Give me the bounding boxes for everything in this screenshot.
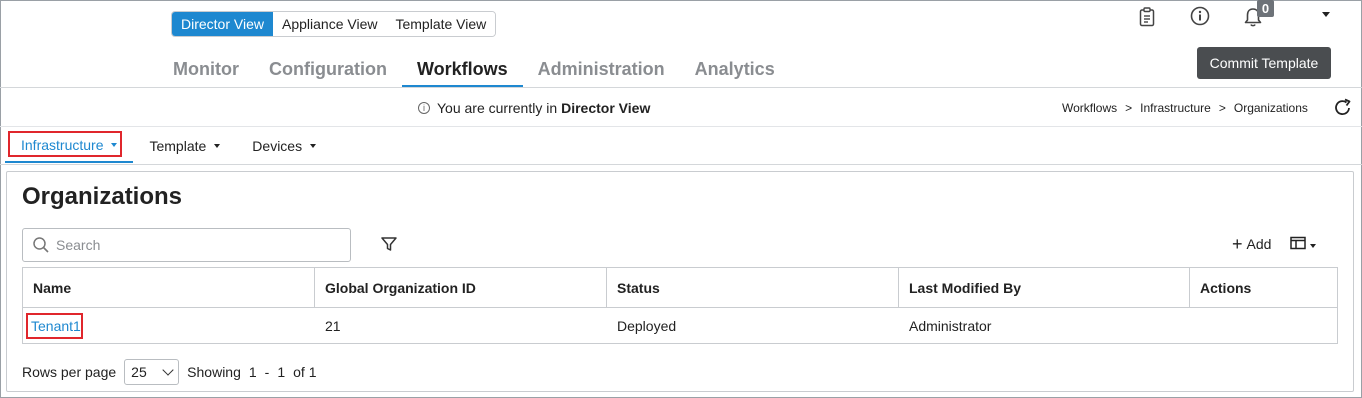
user-menu-caret-icon[interactable]: [1322, 12, 1330, 17]
info-icon[interactable]: [1187, 3, 1213, 29]
caret-down-icon: [1310, 243, 1316, 248]
column-header-actions: Actions: [1200, 279, 1252, 296]
showing-dash: -: [264, 364, 270, 380]
rows-per-page-select[interactable]: 25: [124, 359, 180, 385]
tabs-divider: [0, 164, 1362, 165]
showing-label: Showing: [187, 364, 241, 380]
cell-global-org-id: 21: [325, 317, 341, 334]
appliance-view-button[interactable]: Appliance View: [273, 12, 387, 36]
column-header-name[interactable]: Name: [23, 268, 315, 307]
breadcrumb-infrastructure[interactable]: Infrastructure: [1140, 99, 1211, 117]
highlight-box-infrastructure: [8, 131, 122, 157]
table-header-row: Name Global Organization ID Status Last …: [23, 268, 1337, 308]
filter-icon[interactable]: [380, 235, 398, 253]
columns-icon: [1290, 236, 1306, 255]
breadcrumb-separator: >: [1218, 101, 1226, 115]
add-button[interactable]: + Add: [1232, 234, 1271, 254]
tab-template-label: Template: [149, 138, 207, 154]
director-view-button[interactable]: Director View: [172, 12, 273, 36]
add-button-label: Add: [1246, 236, 1272, 252]
search-input[interactable]: [56, 237, 336, 253]
search-box[interactable]: [22, 228, 351, 262]
tab-devices[interactable]: Devices: [236, 129, 332, 163]
rows-per-page-value: 25: [131, 364, 147, 380]
chevron-down-icon: [162, 364, 174, 376]
column-settings-button[interactable]: [1290, 236, 1316, 255]
column-header-status[interactable]: Status: [607, 268, 899, 307]
caret-down-icon: [214, 144, 221, 148]
search-icon: [32, 236, 50, 254]
breadcrumb-workflows[interactable]: Workflows: [1062, 99, 1117, 117]
pagination: Rows per page 25 Showing 1 - 1 of 1: [22, 359, 317, 385]
highlight-box-tenant: [26, 313, 83, 339]
column-header-global-org-id[interactable]: Global Organization ID: [315, 268, 607, 307]
breadcrumb: Workflows > Infrastructure > Organizatio…: [1062, 99, 1308, 117]
tab-template[interactable]: Template: [133, 129, 236, 163]
tab-devices-label: Devices: [252, 138, 303, 154]
showing-total: of 1: [293, 364, 317, 380]
info-small-icon: i: [418, 102, 430, 114]
view-toggle: Director View Appliance View Template Vi…: [171, 11, 497, 37]
template-view-button[interactable]: Template View: [386, 12, 496, 36]
view-info-bar: i You are currently in Director View: [418, 98, 650, 118]
notification-count-badge: 0: [1257, 0, 1274, 17]
breadcrumb-organizations: Organizations: [1233, 101, 1308, 115]
nav-workflows[interactable]: Workflows: [401, 56, 523, 88]
view-info-name: Director View: [561, 100, 651, 116]
breadcrumb-separator: >: [1125, 101, 1133, 115]
cell-actions: [1190, 308, 1337, 343]
organizations-table: Name Global Organization ID Status Last …: [22, 267, 1338, 344]
nav-configuration[interactable]: Configuration: [254, 56, 402, 88]
commit-template-button[interactable]: Commit Template: [1197, 47, 1331, 79]
info-divider: [0, 126, 1362, 127]
showing-from: 1: [248, 364, 257, 380]
view-info-prefix: You are currently in: [437, 100, 558, 116]
showing-to: 1: [277, 364, 286, 380]
nav-monitor[interactable]: Monitor: [158, 56, 254, 88]
refresh-icon[interactable]: [1332, 97, 1354, 119]
main-nav: Monitor Configuration Workflows Administ…: [158, 56, 790, 88]
page-title: Organizations: [22, 183, 183, 210]
header-divider: [0, 87, 1362, 88]
cell-status: Deployed: [617, 317, 677, 334]
nav-administration[interactable]: Administration: [523, 56, 680, 88]
caret-down-icon: [310, 144, 317, 148]
nav-analytics[interactable]: Analytics: [680, 56, 790, 88]
cell-last-modified-by: Administrator: [909, 317, 992, 334]
plus-icon: +: [1232, 234, 1243, 254]
column-header-last-modified-by[interactable]: Last Modified By: [899, 268, 1190, 307]
rows-per-page-label: Rows per page: [22, 364, 117, 380]
table-row[interactable]: Tenant1 21 Deployed Administrator: [23, 308, 1337, 343]
clipboard-icon[interactable]: [1134, 4, 1160, 30]
